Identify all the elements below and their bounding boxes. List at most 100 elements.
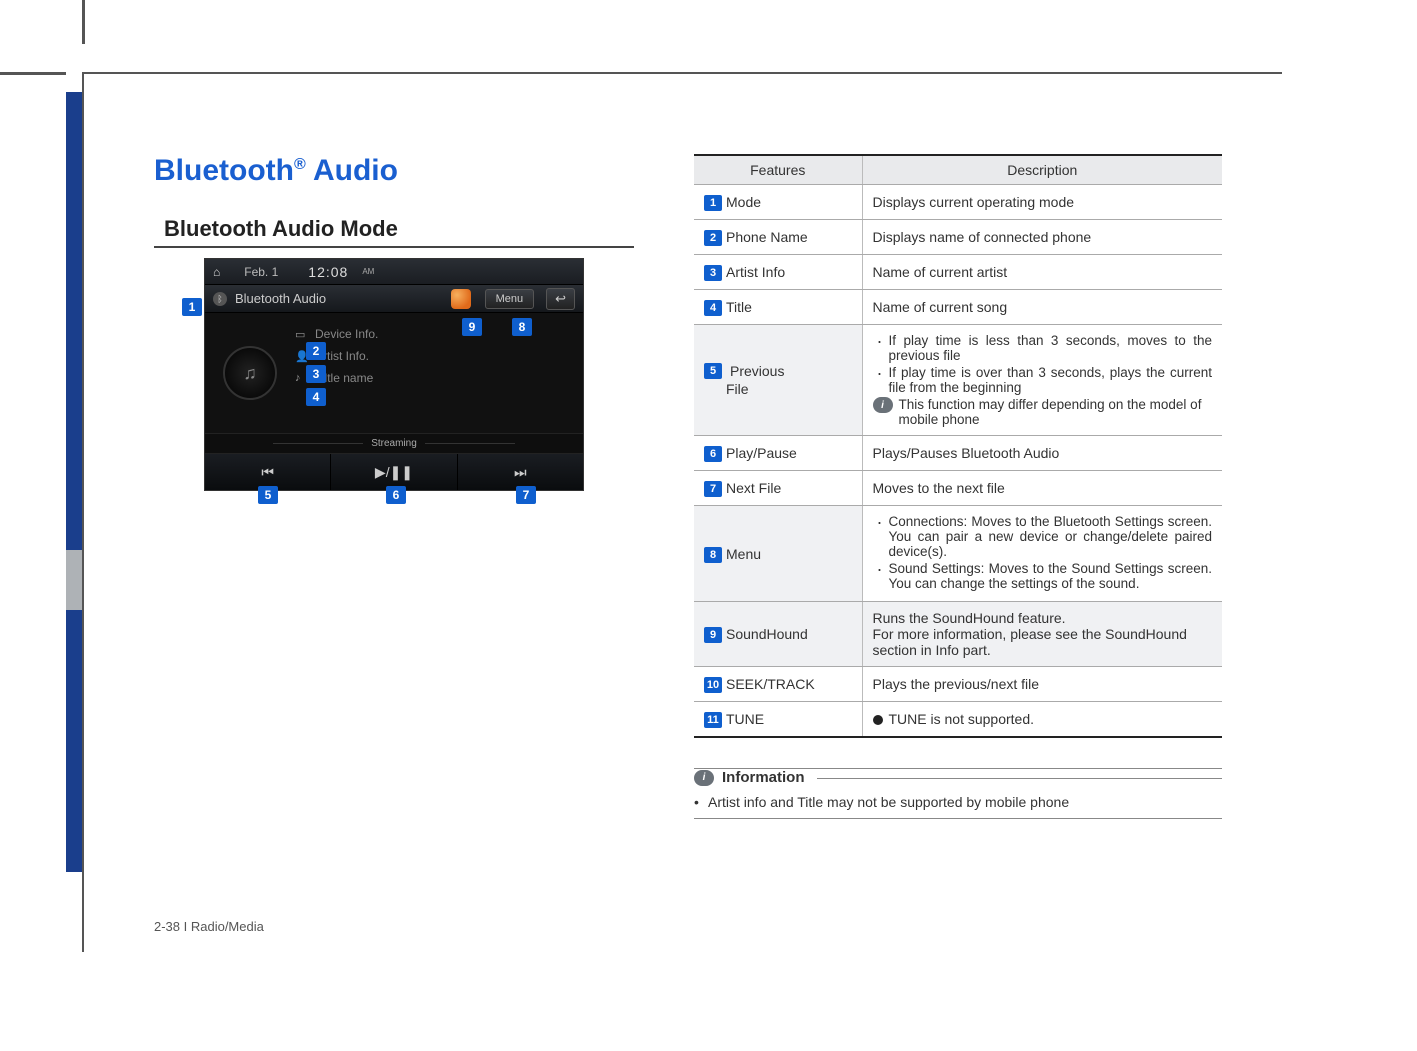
- table-row: 7Next File Moves to the next file: [694, 471, 1222, 506]
- feat-desc: Moves to the next file: [862, 471, 1222, 506]
- callout-2: 2: [306, 342, 326, 360]
- menu-button[interactable]: Menu: [485, 289, 535, 309]
- num-badge: 2: [704, 230, 722, 246]
- feat-label: Phone Name: [726, 229, 808, 245]
- feat-label: Artist Info: [726, 264, 785, 280]
- table-row: 6Play/Pause Plays/Pauses Bluetooth Audio: [694, 436, 1222, 471]
- soundhound-icon[interactable]: [451, 289, 471, 309]
- feat-label: Menu: [726, 546, 761, 562]
- section-heading: Bluetooth Audio Mode: [154, 216, 634, 248]
- feat-label: SoundHound: [726, 626, 808, 642]
- row-artist: 👤 Artist Info.: [295, 349, 583, 363]
- callout-7: 7: [516, 486, 536, 504]
- feat-desc: Displays current operating mode: [862, 185, 1222, 220]
- bullet: Connections: Moves to the Bluetooth Sett…: [877, 514, 1213, 559]
- home-icon[interactable]: ⌂: [213, 265, 220, 279]
- mode-label: Bluetooth Audio: [235, 291, 443, 306]
- feat-label: SEEK/TRACK: [726, 676, 815, 692]
- table-row: 9SoundHound Runs the SoundHound feature.…: [694, 602, 1222, 667]
- device-info-text: Device Info.: [315, 327, 378, 341]
- row-title: ♪ Tiltle name: [295, 371, 583, 385]
- num-badge: 9: [704, 627, 722, 643]
- page-title: Bluetooth® Audio: [154, 154, 634, 188]
- num-badge: 6: [704, 446, 722, 462]
- callout-4: 4: [306, 388, 326, 406]
- feat-desc: Plays the previous/next file: [862, 667, 1222, 702]
- shot-date: Feb. 1: [244, 265, 278, 279]
- table-row: 11TUNE TUNE is not supported.: [694, 702, 1222, 738]
- shot-topbar: ⌂ Feb. 1 12:08 AM: [205, 259, 583, 285]
- table-row: 5 Previous File If play time is less tha…: [694, 325, 1222, 436]
- page-number: 2-38 I Radio/Media: [154, 919, 264, 934]
- title-main: Bluetooth: [154, 154, 294, 187]
- feat-desc: TUNE is not supported.: [862, 702, 1222, 738]
- callout-3: 3: [306, 365, 326, 383]
- table-row: 3Artist Info Name of current artist: [694, 255, 1222, 290]
- device-icon: ▭: [295, 328, 307, 340]
- information-block: i Information Artist info and Title may …: [694, 768, 1222, 819]
- feat-desc: Connections: Moves to the Bluetooth Sett…: [862, 506, 1222, 602]
- prev-button[interactable]: ⏮: [205, 454, 331, 490]
- table-row: 1Mode Displays current operating mode: [694, 185, 1222, 220]
- table-row: 2Phone Name Displays name of connected p…: [694, 220, 1222, 255]
- callout-1: 1: [182, 298, 202, 316]
- info-note-text: This function may differ depending on th…: [899, 397, 1213, 427]
- feat-label: Title: [726, 299, 752, 315]
- crop-mark-vertical: [82, 0, 85, 44]
- num-badge: 4: [704, 300, 722, 316]
- info-icon: i: [694, 770, 714, 786]
- shot-modebar: ᛒ Bluetooth Audio Menu ↩: [205, 285, 583, 313]
- left-column: Bluetooth® Audio Bluetooth Audio Mode 1 …: [154, 154, 634, 819]
- num-badge: 5: [704, 363, 722, 379]
- feat-desc: Name of current song: [862, 290, 1222, 325]
- num-badge: 8: [704, 547, 722, 563]
- table-row: 8Menu Connections: Moves to the Bluetoot…: [694, 506, 1222, 602]
- feat-desc: If play time is less than 3 seconds, mov…: [862, 325, 1222, 436]
- shot-controls: ⏮ ▶/❚❚ ⏭: [205, 454, 583, 490]
- next-button[interactable]: ⏭: [458, 454, 583, 490]
- feat-label-2: File: [726, 381, 852, 397]
- bluetooth-icon: ᛒ: [213, 292, 227, 306]
- feat-desc: Plays/Pauses Bluetooth Audio: [862, 436, 1222, 471]
- callout-9: 9: [462, 318, 482, 336]
- th-description: Description: [862, 155, 1222, 185]
- callout-5: 5: [258, 486, 278, 504]
- dot-icon: [873, 715, 883, 725]
- bullet: If play time is less than 3 seconds, mov…: [877, 333, 1213, 363]
- info-heading-text: Information: [722, 769, 805, 786]
- section-tab-blue: [66, 92, 82, 872]
- bullet: Sound Settings: Moves to the Sound Setti…: [877, 561, 1213, 591]
- play-pause-button[interactable]: ▶/❚❚: [331, 454, 457, 490]
- feat-desc: Runs the SoundHound feature. For more in…: [862, 602, 1222, 667]
- album-art: ♫: [205, 313, 295, 433]
- reg-mark: ®: [294, 156, 306, 173]
- info-icon: i: [873, 397, 893, 413]
- feat-label: TUNE: [726, 711, 764, 727]
- right-column: Features Description 1Mode Displays curr…: [694, 154, 1222, 819]
- feat-label: Mode: [726, 194, 761, 210]
- shot-ampm: AM: [362, 267, 374, 276]
- features-table: Features Description 1Mode Displays curr…: [694, 154, 1222, 738]
- shot-time: 12:08: [308, 264, 348, 280]
- bullet: If play time is over than 3 seconds, pla…: [877, 365, 1213, 395]
- num-badge: 10: [704, 677, 722, 693]
- th-features: Features: [694, 155, 862, 185]
- feat-label: Previous: [730, 363, 784, 379]
- feat-label: Next File: [726, 480, 781, 496]
- table-row: 4Title Name of current song: [694, 290, 1222, 325]
- note-icon: ♫: [223, 346, 277, 400]
- desc-line: Runs the SoundHound feature.: [873, 610, 1213, 626]
- shot-info: ▭ Device Info. 👤 Artist Info. ♪ Tiltle n…: [295, 313, 583, 433]
- feat-desc: Name of current artist: [862, 255, 1222, 290]
- crop-mark-horizontal: [0, 72, 66, 75]
- information-heading: i Information: [694, 768, 1222, 786]
- feat-label: Play/Pause: [726, 445, 797, 461]
- back-button[interactable]: ↩: [546, 288, 575, 310]
- device-screenshot: ⌂ Feb. 1 12:08 AM ᛒ Bluetooth Audio Menu…: [204, 258, 584, 491]
- title-suffix: Audio: [306, 154, 398, 187]
- tune-desc: TUNE is not supported.: [889, 711, 1035, 727]
- info-bullets: Artist info and Title may not be support…: [694, 794, 1222, 819]
- desc-line: For more information, please see the Sou…: [873, 626, 1213, 658]
- num-badge: 7: [704, 481, 722, 497]
- manual-page: Bluetooth® Audio Bluetooth Audio Mode 1 …: [82, 72, 1282, 952]
